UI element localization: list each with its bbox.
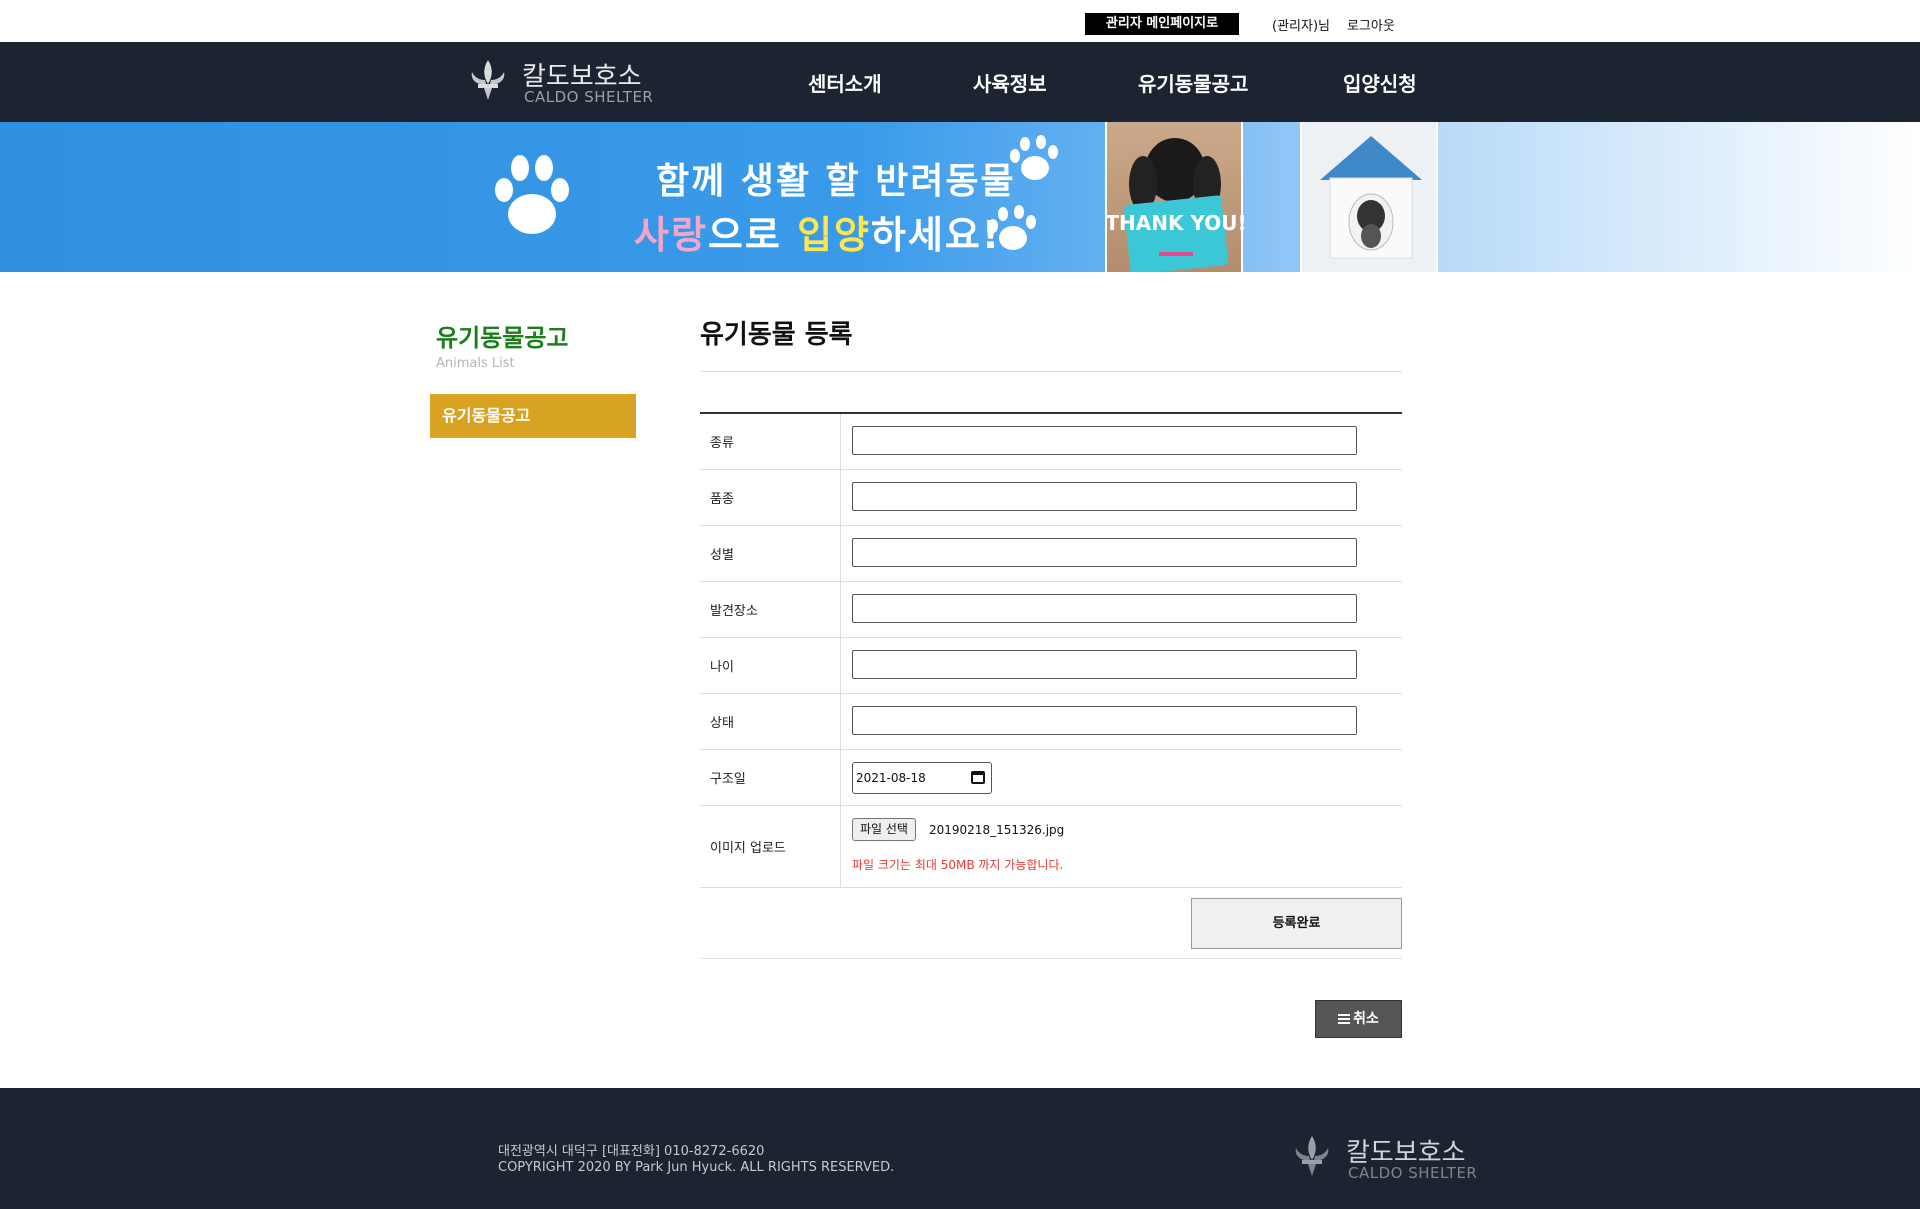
form-row-breed: 품종	[700, 470, 1402, 526]
form-row-found-location: 발견장소	[700, 582, 1402, 638]
cancel-button[interactable]: 취소	[1315, 1000, 1402, 1038]
registration-form: 종류 품종 성별 발견장소 나이 상태 구조일 2021-08-18 이미지 업…	[700, 412, 1402, 888]
hero-banner: 함께 생활 할 반려동물 사랑으로 입양하세요! THANK YOU!	[0, 122, 1920, 272]
found-location-input[interactable]	[852, 594, 1357, 623]
gender-input[interactable]	[852, 538, 1357, 567]
logo-english-text: CALDO SHELTER	[524, 88, 654, 106]
submit-button[interactable]: 등록완료	[1191, 898, 1402, 949]
banner-word-with: 으로	[707, 213, 798, 257]
admin-user-label: (관리자)님	[1272, 19, 1330, 34]
rescue-date-input[interactable]: 2021-08-18	[852, 762, 992, 794]
banner-photo-dog-thank-you: THANK YOU!	[1105, 122, 1247, 272]
file-select-button[interactable]: 파일 선택	[852, 818, 916, 841]
calendar-icon[interactable]	[971, 771, 985, 784]
form-row-status: 상태	[700, 694, 1402, 750]
fleur-de-lis-icon	[1295, 1136, 1329, 1176]
gender-label: 성별	[700, 526, 841, 581]
site-logo[interactable]: 칼도보호소 CALDO SHELTER	[466, 54, 666, 110]
form-bottom-divider	[700, 958, 1402, 959]
page-title: 유기동물 등록	[700, 320, 853, 350]
paw-prints-icon	[988, 135, 1058, 250]
thank-you-sign-text: THANK YOU!	[1107, 211, 1245, 235]
banner-headline-1: 함께 생활 할 반려동물	[656, 161, 1016, 202]
status-label: 상태	[700, 694, 841, 749]
footer-logo: 칼도보호소 CALDO SHELTER	[1290, 1130, 1490, 1186]
breed-input[interactable]	[852, 482, 1357, 511]
nav-stray-animals[interactable]: 유기동물공고	[1138, 68, 1248, 97]
site-footer: 대전광역시 대덕구 [대표전화] 010-8272-6620 COPYRIGHT…	[0, 1088, 1920, 1209]
nav-care-info[interactable]: 사육정보	[973, 68, 1047, 97]
status-input[interactable]	[852, 706, 1357, 735]
dog-house-illustration	[1320, 136, 1422, 259]
selected-file-name: 20190218_151326.jpg	[929, 823, 1065, 837]
sidebar-title: 유기동물공고	[436, 324, 569, 352]
species-input[interactable]	[852, 426, 1357, 455]
image-upload-label: 이미지 업로드	[700, 806, 841, 887]
footer-address: 대전광역시 대덕구 [대표전화] 010-8272-6620	[498, 1144, 765, 1159]
form-row-species: 종류	[700, 414, 1402, 470]
rescue-date-value: 2021-08-18	[856, 771, 926, 785]
species-label: 종류	[700, 414, 841, 469]
age-label: 나이	[700, 638, 841, 693]
sidebar-item-stray-animals[interactable]: 유기동물공고	[430, 394, 636, 438]
banner-word-adopt: 입양	[797, 213, 871, 257]
footer-copyright: COPYRIGHT 2020 BY Park Jun Hyuck. ALL RI…	[498, 1160, 895, 1175]
rescue-date-label: 구조일	[700, 750, 841, 805]
logout-link[interactable]: 로그아웃	[1347, 15, 1395, 34]
breed-label: 품종	[700, 470, 841, 525]
list-icon	[1338, 1014, 1351, 1024]
dog-photo-illustration: THANK YOU!	[1105, 138, 1247, 272]
form-row-rescue-date: 구조일 2021-08-18	[700, 750, 1402, 806]
nav-adoption[interactable]: 입양신청	[1343, 68, 1417, 97]
form-row-image-upload: 이미지 업로드 파일 선택 20190218_151326.jpg 파일 크기는…	[700, 806, 1402, 888]
form-row-gender: 성별	[700, 526, 1402, 582]
banner-word-love: 사랑	[634, 213, 708, 257]
paw-icon	[495, 155, 569, 234]
age-input[interactable]	[852, 650, 1357, 679]
title-divider	[700, 371, 1402, 372]
banner-headline-2: 사랑으로 입양하세요!	[634, 204, 1001, 259]
fleur-de-lis-icon	[471, 60, 505, 100]
form-row-age: 나이	[700, 638, 1402, 694]
top-utility-bar: 관리자 메인페이지로 (관리자)님 로그아웃	[0, 0, 1920, 42]
file-size-note: 파일 크기는 최대 50MB 까지 가능합니다.	[852, 858, 1064, 872]
banner-photo-dog-house	[1300, 122, 1438, 272]
nav-center-intro[interactable]: 센터소개	[808, 68, 882, 97]
footer-logo-english: CALDO SHELTER	[1348, 1164, 1478, 1182]
sidebar-subtitle: Animals List	[436, 356, 515, 371]
admin-main-page-link[interactable]: 관리자 메인페이지로	[1085, 13, 1239, 35]
found-location-label: 발견장소	[700, 582, 841, 637]
cancel-label: 취소	[1353, 1011, 1379, 1027]
site-header: 칼도보호소 CALDO SHELTER 센터소개 사육정보 유기동물공고 입양신…	[0, 42, 1920, 122]
